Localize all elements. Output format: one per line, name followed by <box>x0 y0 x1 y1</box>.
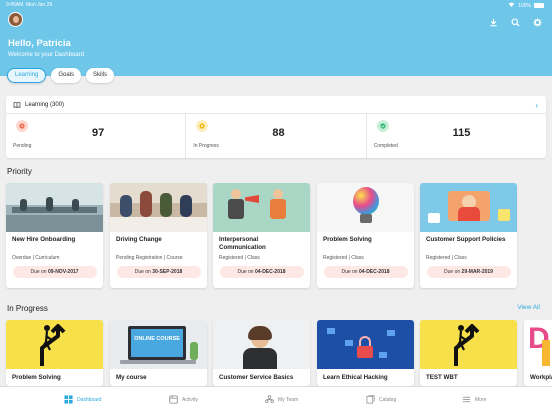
priority-card[interactable]: Driving Change Pending Registration | Co… <box>110 183 207 288</box>
in-progress-card[interactable]: Customer Service Basics <box>213 320 310 386</box>
card-meta: Registered | Class <box>323 255 364 261</box>
learning-summary-title: Learning (300) <box>25 101 65 108</box>
tab-dashboard[interactable]: Dashboard <box>64 395 101 404</box>
stat-value: 97 <box>92 127 105 139</box>
tab-activity[interactable]: Activity <box>169 395 198 404</box>
card-meta: Overdue | Curriculum <box>12 255 60 261</box>
card-image-communication <box>213 183 310 232</box>
battery-icon <box>534 3 544 8</box>
card-title: Problem Solving <box>323 236 372 243</box>
card-image-support <box>420 183 517 232</box>
stat-pending[interactable]: Pending 97 <box>6 114 187 158</box>
team-icon <box>265 395 274 404</box>
card-title: Interpersonal Communication <box>219 236 266 251</box>
download-icon[interactable] <box>489 14 498 27</box>
in-progress-card[interactable]: TEST WBT <box>420 320 517 386</box>
gear-icon[interactable] <box>533 14 542 27</box>
card-title: Problem Solving <box>12 374 61 381</box>
card-image-problem-solving <box>6 320 103 369</box>
in-progress-section-title: In Progress <box>7 304 48 313</box>
card-image-online-course: ONLINE COURSE <box>110 320 207 369</box>
card-image-hacking <box>317 320 414 369</box>
view-all-link[interactable]: View All <box>517 304 540 311</box>
pending-icon <box>16 120 28 132</box>
priority-section-title: Priority <box>7 167 32 176</box>
card-image-customer-service <box>213 320 310 369</box>
priority-card[interactable]: New Hire Onboarding Overdue | Curriculum… <box>6 183 103 288</box>
card-title: Customer Service Basics <box>219 374 294 381</box>
dashboard-header: 9:45AM Mon Jan 29 100% Hello, Patricia W… <box>0 0 552 76</box>
card-image-meeting <box>110 183 207 232</box>
book-icon <box>13 101 21 108</box>
status-bar: 9:45AM Mon Jan 29 100% <box>0 0 552 10</box>
card-title: New Hire Onboarding <box>12 236 76 243</box>
greeting-subtitle: Welcome to your Dashboard <box>8 52 84 58</box>
card-title: Learn Ethical Hacking <box>323 374 388 381</box>
due-badge: Due on 04-DEC-2018 <box>323 266 408 278</box>
avatar[interactable] <box>8 12 23 27</box>
due-badge: Due on 04-DEC-2018 <box>219 266 304 278</box>
more-icon <box>462 395 471 404</box>
due-badge: Due on 29-MAR-2019 <box>426 266 511 278</box>
wifi-icon <box>508 2 515 9</box>
activity-icon <box>169 395 178 404</box>
priority-card[interactable]: Interpersonal Communication Registered |… <box>213 183 310 288</box>
tab-goals[interactable]: Goals <box>51 68 82 83</box>
in-progress-card[interactable]: ONLINE COURSE My course <box>110 320 207 386</box>
catalog-icon <box>366 395 375 404</box>
in-progress-card[interactable]: Problem Solving <box>6 320 103 386</box>
greeting-title: Hello, Patricia <box>8 38 71 49</box>
dashboard-tabs: Learning Goals Skills <box>7 68 115 83</box>
status-time: 9:45AM Mon Jan 29 <box>6 2 53 8</box>
card-title: Customer Support Policies <box>426 236 506 243</box>
battery-status: 100% <box>508 2 544 9</box>
in-progress-card[interactable]: Learn Ethical Hacking <box>317 320 414 386</box>
due-badge: Due on 30-SEP-2018 <box>116 266 201 278</box>
in-progress-icon <box>196 120 209 132</box>
tab-catalog[interactable]: Catalog <box>366 395 396 404</box>
card-title: My course <box>116 374 147 381</box>
tab-learning[interactable]: Learning <box>7 68 47 83</box>
in-progress-card[interactable]: D Workpla <box>524 320 552 386</box>
tab-my-team[interactable]: My Team <box>265 395 298 404</box>
stat-completed[interactable]: Completed 115 <box>367 114 546 158</box>
learning-summary-header[interactable]: Learning (300) › <box>6 96 546 114</box>
stat-label: Completed <box>373 143 398 149</box>
due-badge: Due on 09-NOV-2017 <box>12 266 97 278</box>
learning-summary-card: Learning (300) › Pending 97 In Progress … <box>6 96 546 158</box>
card-meta: Registered | Class <box>219 255 260 261</box>
chevron-right-icon[interactable]: › <box>535 101 538 110</box>
card-meta: Pending Registration | Course <box>116 255 183 261</box>
stat-value: 115 <box>452 127 471 139</box>
completed-icon <box>376 120 389 132</box>
search-icon[interactable] <box>511 14 520 27</box>
dashboard-icon <box>64 395 73 404</box>
priority-card[interactable]: Problem Solving Registered | Class Due o… <box>317 183 414 288</box>
stat-label: In Progress <box>193 143 219 149</box>
stat-in-progress[interactable]: In Progress 88 <box>186 114 367 158</box>
stat-label: Pending <box>13 143 32 149</box>
card-image-test-wbt <box>420 320 517 369</box>
card-title: Driving Change <box>116 236 162 243</box>
card-image-workplace: D <box>524 320 552 369</box>
tab-more[interactable]: More <box>462 395 486 404</box>
card-image-office <box>6 183 103 232</box>
card-title: TEST WBT <box>426 374 458 381</box>
bottom-tab-bar: Dashboard Activity My Team Catalog More <box>0 386 552 414</box>
card-meta: Registered | Class <box>426 255 467 261</box>
stat-value: 88 <box>272 127 285 139</box>
tab-skills[interactable]: Skills <box>86 68 115 83</box>
priority-card[interactable]: Customer Support Policies Registered | C… <box>420 183 517 288</box>
card-image-lightbulb <box>317 183 414 232</box>
card-title: Workpla <box>530 374 552 381</box>
